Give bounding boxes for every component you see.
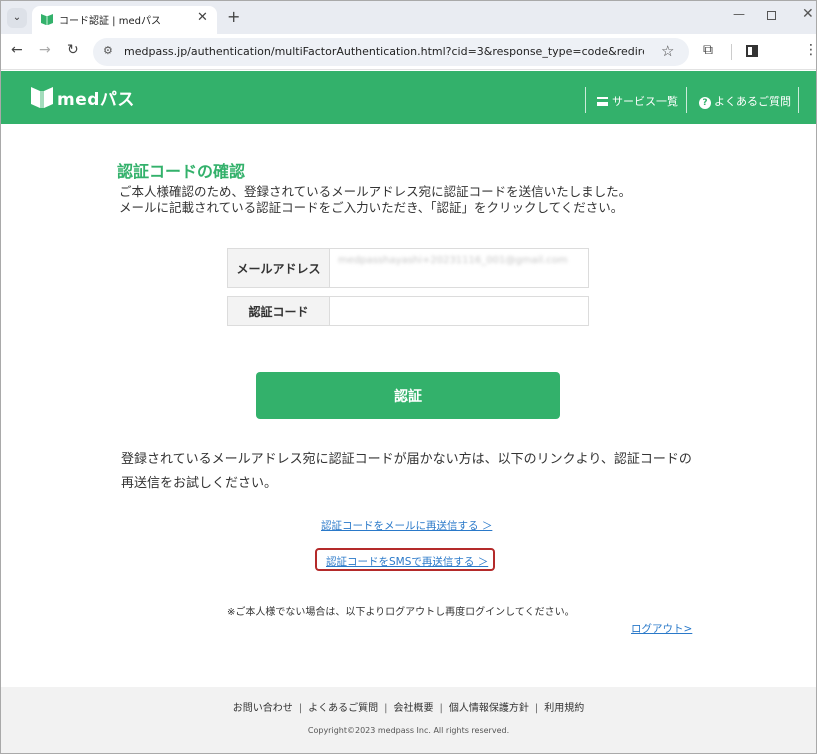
footer-separator: | (298, 703, 303, 714)
logo-text[interactable]: medパス (57, 85, 135, 110)
minimize-icon[interactable]: — (733, 7, 745, 21)
faq-link[interactable]: ? よくあるご質問 (699, 93, 791, 109)
tab-strip: ⌄ コード認証 | medパス ✕ + — ✕ (1, 1, 816, 34)
verification-code-input[interactable] (331, 297, 588, 325)
browser-tab[interactable]: コード認証 | medパス ✕ (32, 6, 217, 34)
new-tab-icon[interactable]: + (227, 7, 240, 26)
email-value: medpasshayashi+20231116_001@gmail.com (338, 255, 568, 266)
page-title: 認証コードの確認 (117, 162, 246, 181)
site-settings-icon[interactable]: ⚙ (103, 44, 113, 57)
intro-text: ご本人様確認のため、登録されているメールアドレス宛に認証コードを送信いたしました… (119, 184, 719, 216)
code-row: 認証コード (227, 296, 589, 326)
email-label: メールアドレス (228, 249, 330, 287)
footer-separator: | (534, 703, 539, 714)
logout-link[interactable]: ログアウト> (631, 621, 692, 636)
address-bar[interactable]: ⚙ medpass.jp/authentication/multiFactorA… (93, 38, 689, 66)
footer-link-privacy[interactable]: 個人情報保護方針 (449, 703, 529, 714)
intro-line-1: ご本人様確認のため、登録されているメールアドレス宛に認証コードを送信いたしました… (119, 184, 632, 199)
site-footer: お問い合わせ | よくあるご質問 | 会社概要 | 個人情報保護方針 | 利用規約 Copyri… (1, 687, 816, 753)
browser-menu-icon[interactable]: ⋮ (804, 42, 816, 58)
verify-button[interactable]: 認証 (256, 372, 560, 419)
toolbar-divider (731, 44, 732, 60)
site-header: medパス サービス一覧 ? よくあるご質問 (1, 71, 816, 124)
footer-separator: | (439, 703, 443, 714)
footer-separator: | (384, 703, 388, 714)
question-circle-icon: ? (699, 97, 711, 109)
bookmark-star-icon[interactable]: ☆ (661, 42, 674, 60)
back-arrow-icon[interactable]: ← (11, 42, 23, 58)
services-link[interactable]: サービス一覧 (597, 93, 678, 109)
medpass-logo-icon[interactable] (31, 85, 53, 109)
faq-label: よくあるご質問 (714, 95, 791, 108)
footer-link-terms[interactable]: 利用規約 (544, 703, 584, 714)
resend-notice: 登録されているメールアドレス宛に認証コードが届かない方は、以下のリンクより、認証… (121, 452, 692, 491)
tab-title: コード認証 | medパス (59, 16, 161, 27)
services-label: サービス一覧 (612, 95, 678, 108)
intro-line-2: メールに記載されている認証コードをご入力いただき、「認証」をクリックしてください… (119, 200, 624, 215)
header-divider (798, 87, 799, 113)
browser-window: ⌄ コード認証 | medパス ✕ + — ✕ ← → ↻ ⚙ medpass.… (0, 0, 817, 754)
copyright: Copyright©2023 medpass Inc. All rights r… (307, 726, 510, 735)
url-text[interactable]: medpass.jp/authentication/multiFactorAut… (124, 45, 644, 58)
hamburger-icon (597, 97, 608, 106)
header-divider (686, 87, 687, 113)
resend-sms-link[interactable]: 認証コードをSMSで再送信する ＞ (326, 554, 488, 569)
tab-search-icon[interactable]: ⌄ (7, 8, 27, 28)
browser-toolbar: ← → ↻ ⚙ medpass.jp/authentication/multiF… (1, 34, 816, 70)
side-panel-icon[interactable] (746, 45, 758, 57)
reload-icon[interactable]: ↻ (67, 42, 79, 58)
footer-link-contact[interactable]: お問い合わせ (233, 703, 293, 714)
logout-note: ※ご本人様でない場合は、以下よりログアウトし再度ログインしてください。 (227, 607, 575, 618)
tab-close-icon[interactable]: ✕ (197, 10, 208, 25)
footer-links: お問い合わせ | よくあるご質問 | 会社概要 | 個人情報保護方針 | 利用規約 (1, 699, 816, 714)
extensions-icon[interactable]: ⧉ (703, 42, 713, 58)
header-divider (585, 87, 586, 113)
footer-link-company[interactable]: 会社概要 (394, 703, 434, 714)
resend-email-link[interactable]: 認証コードをメールに再送信する ＞ (321, 518, 492, 533)
footer-link-faq[interactable]: よくあるご質問 (308, 703, 378, 714)
forward-arrow-icon[interactable]: → (39, 42, 51, 58)
window-close-icon[interactable]: ✕ (802, 6, 814, 22)
email-row: メールアドレス medpasshayashi+20231116_001@gmai… (227, 248, 589, 288)
code-label: 認証コード (228, 297, 330, 325)
maximize-icon[interactable] (767, 11, 776, 20)
medpass-favicon-icon (41, 14, 53, 25)
